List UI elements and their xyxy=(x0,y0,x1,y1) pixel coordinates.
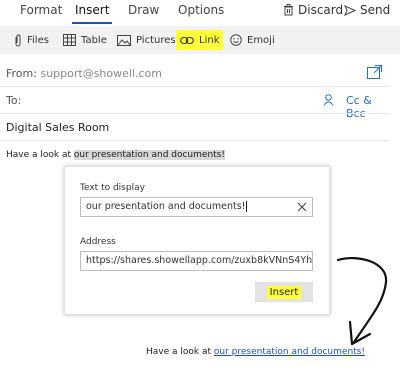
emoji-button[interactable]: Emoji xyxy=(230,26,275,54)
insert-button[interactable]: Insert xyxy=(255,282,313,302)
body-prefix: Have a look at xyxy=(6,150,74,160)
subject-field[interactable]: Digital Sales Room xyxy=(6,121,109,134)
table-button[interactable]: Table xyxy=(63,26,107,54)
menu-tabs: Format Insert Draw Options Discard Send xyxy=(0,0,400,24)
inserted-link[interactable]: our presentation and documents! xyxy=(214,347,365,357)
result-preview: Have a look at our presentation and docu… xyxy=(146,347,365,357)
to-label: To: xyxy=(6,94,22,107)
message-body[interactable]: Have a look at our presentation and docu… xyxy=(6,150,225,160)
pictures-button[interactable]: Pictures xyxy=(117,26,176,54)
from-value: support@showell.com xyxy=(40,67,163,80)
person-icon[interactable] xyxy=(323,94,334,106)
tab-insert[interactable]: Insert xyxy=(75,3,109,17)
divider xyxy=(0,86,390,87)
discard-label: Discard xyxy=(298,3,344,17)
result-prefix: Have a look at xyxy=(146,347,214,357)
picture-icon xyxy=(117,34,131,46)
files-label: Files xyxy=(27,34,49,46)
insert-button-label: Insert xyxy=(266,285,302,299)
tab-format[interactable]: Format xyxy=(20,3,62,17)
tab-options[interactable]: Options xyxy=(178,3,224,17)
send-icon xyxy=(344,4,356,16)
text-to-display-value: our presentation and documents! xyxy=(86,201,246,212)
expand-window-icon[interactable] xyxy=(367,65,382,79)
divider xyxy=(0,140,390,141)
insert-link-dialog: Text to display our presentation and doc… xyxy=(64,166,330,315)
cc-bcc-link[interactable]: Cc & Bcc xyxy=(346,94,390,120)
address-label: Address xyxy=(80,237,116,247)
hand-drawn-arrow-icon xyxy=(336,256,388,346)
selected-text: our presentation and documents! xyxy=(73,150,225,160)
table-label: Table xyxy=(81,34,107,46)
pictures-label: Pictures xyxy=(136,34,176,46)
tab-draw[interactable]: Draw xyxy=(128,3,159,17)
active-tab-indicator xyxy=(72,22,112,24)
from-row[interactable]: From: support@showell.com xyxy=(6,65,390,80)
trash-icon xyxy=(284,4,293,16)
link-icon xyxy=(180,36,194,44)
clear-icon[interactable] xyxy=(297,202,307,212)
insert-ribbon: Files Table Pictures Link Emoji xyxy=(0,26,400,54)
files-button[interactable]: Files xyxy=(14,26,49,54)
emoji-label: Emoji xyxy=(247,34,275,46)
link-button[interactable]: Link xyxy=(176,30,224,50)
table-icon xyxy=(63,34,76,46)
send-button[interactable]: Send xyxy=(344,3,390,17)
address-input[interactable]: https://shares.showellapp.com/zuxb8kVNnS… xyxy=(80,251,313,271)
divider xyxy=(0,113,390,114)
discard-button[interactable]: Discard xyxy=(283,3,343,17)
text-to-display-input[interactable]: our presentation and documents! xyxy=(80,197,313,217)
to-row[interactable]: To: Cc & Bcc xyxy=(6,94,390,120)
paperclip-icon xyxy=(15,34,21,46)
link-label: Link xyxy=(199,34,220,46)
address-value: https://shares.showellapp.com/zuxb8kVNnS… xyxy=(86,255,313,266)
text-to-display-label: Text to display xyxy=(80,183,145,193)
smiley-icon xyxy=(230,34,242,46)
from-label: From: xyxy=(6,67,37,80)
send-label: Send xyxy=(360,3,391,17)
